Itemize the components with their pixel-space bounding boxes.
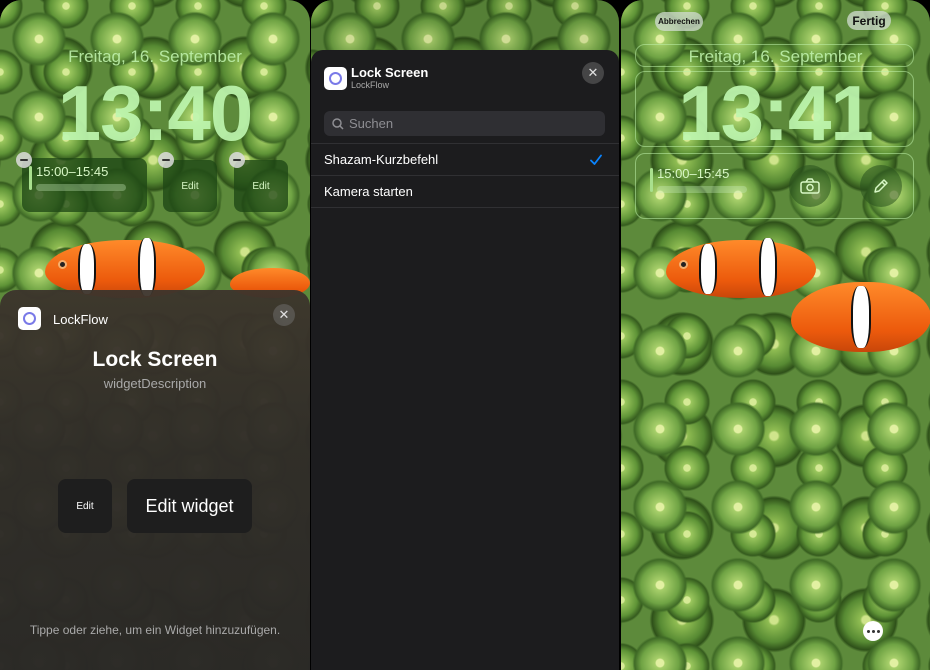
widget-gallery-sheet: LockFlow ✕ Lock Screen widgetDescription… <box>0 290 310 670</box>
widget-configuration-panel: Lock Screen LockFlow ✕ Shazam-Kurzbefehl… <box>311 0 619 670</box>
remove-widget-1-button[interactable] <box>158 152 174 168</box>
cancel-button[interactable]: Abbrechen <box>655 12 703 31</box>
list-item-label: Shazam-Kurzbefehl <box>324 152 439 167</box>
lockscreen-date: Freitag, 16. September <box>68 47 242 66</box>
calendar-event-title-redacted <box>36 184 126 191</box>
calendar-event-time: 15:00–15:45 <box>36 164 109 179</box>
close-config-button[interactable]: ✕ <box>582 62 604 84</box>
edit-widget-small-1[interactable]: Edit <box>163 160 217 212</box>
remove-widget-2-button[interactable] <box>229 152 245 168</box>
close-icon: ✕ <box>278 307 290 322</box>
calendar-event-time: 15:00–15:45 <box>657 166 730 181</box>
pen-widget[interactable] <box>860 165 902 207</box>
close-sheet-button[interactable]: ✕ <box>273 304 295 326</box>
lockscreen-date: Freitag, 16. September <box>688 47 863 66</box>
calendar-event-bar <box>29 166 32 190</box>
lockflow-app-icon <box>324 67 347 90</box>
lockscreen-widget-gallery-panel: Freitag, 16. September 13:40 15:00–15:45… <box>0 0 310 670</box>
gallery-widget-large[interactable]: Edit widget <box>127 479 252 533</box>
search-field[interactable] <box>324 111 605 136</box>
sheet-subtitle: widgetDescription <box>103 376 207 391</box>
search-icon <box>332 117 344 130</box>
search-input[interactable] <box>349 116 589 131</box>
add-widget-hint: Tippe oder ziehe, um ein Widget hinzuzuf… <box>29 623 281 637</box>
clownfish-illustration <box>661 232 930 352</box>
list-divider <box>311 207 619 208</box>
gallery-widget-small[interactable]: Edit <box>58 479 112 533</box>
list-item-label: Kamera starten <box>324 184 413 199</box>
lockflow-app-icon <box>18 307 41 330</box>
lockscreen-edit-panel: Abbrechen Fertig Freitag, 16. September … <box>621 0 930 670</box>
close-icon: ✕ <box>587 65 599 80</box>
configuration-sheet: Lock Screen LockFlow ✕ Shazam-Kurzbefehl… <box>311 50 619 670</box>
config-title: Lock Screen <box>351 65 429 80</box>
more-options-button[interactable] <box>863 621 883 641</box>
camera-widget[interactable] <box>789 165 831 207</box>
lockscreen-clock: 13:40 <box>57 69 254 157</box>
list-item-shazam[interactable]: Shazam-Kurzbefehl <box>311 144 619 175</box>
config-app-name: LockFlow <box>351 80 390 90</box>
checkmark-icon <box>590 154 602 165</box>
camera-icon <box>800 178 820 194</box>
edit-widget-small-2[interactable]: Edit <box>234 160 288 212</box>
calendar-event-bar <box>650 168 653 192</box>
pen-icon <box>874 179 888 193</box>
done-button[interactable]: Fertig <box>847 11 891 30</box>
lockscreen-clock: 13:41 <box>678 69 874 157</box>
sheet-title: Lock Screen <box>92 348 218 371</box>
calendar-event-title-redacted <box>657 186 747 193</box>
calendar-widget[interactable]: 15:00–15:45 <box>643 160 771 212</box>
sheet-app-name: LockFlow <box>53 312 108 327</box>
list-item-camera[interactable]: Kamera starten <box>311 176 619 207</box>
remove-calendar-widget-button[interactable] <box>16 152 32 168</box>
calendar-widget[interactable]: 15:00–15:45 <box>22 158 147 212</box>
